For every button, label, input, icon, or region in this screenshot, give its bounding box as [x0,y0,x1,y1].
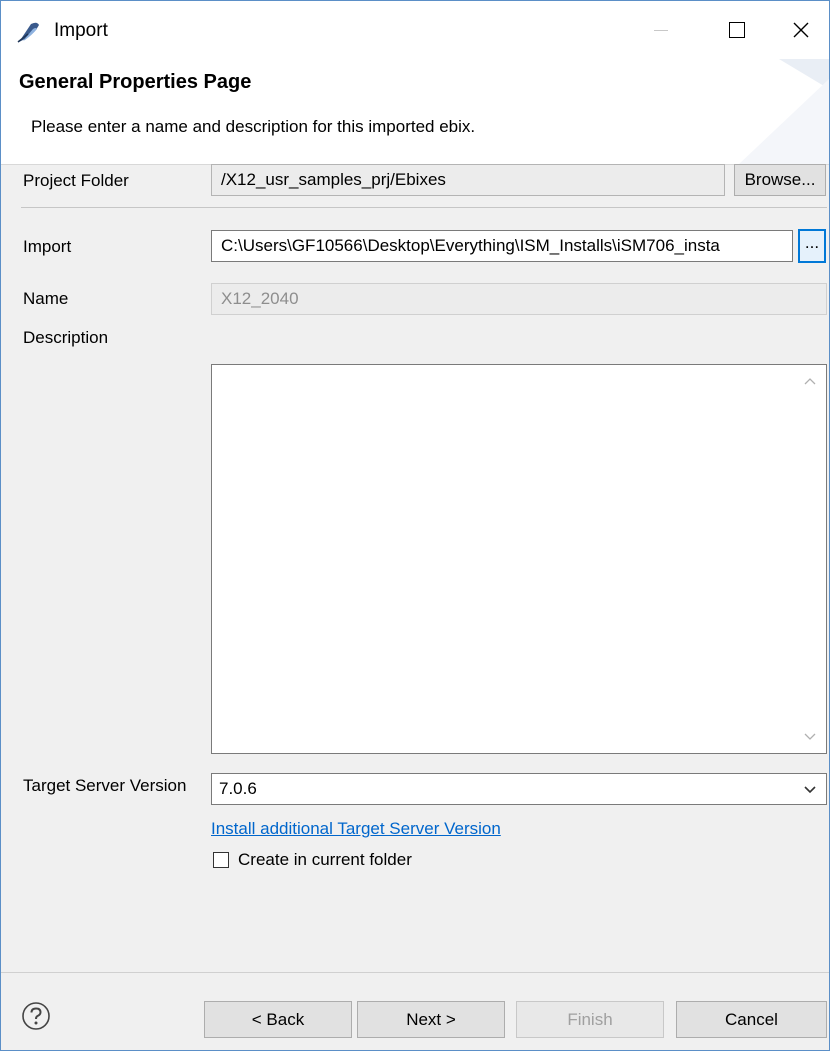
description-textarea[interactable] [211,364,827,754]
name-label: Name [23,289,69,308]
footer-separator [1,972,829,973]
create-in-folder-checkbox[interactable] [213,852,229,868]
close-button[interactable] [771,1,830,59]
target-server-select[interactable]: 7.0.6 [211,773,827,805]
close-icon [793,22,809,38]
import-browse-button[interactable]: ... [798,229,826,263]
import-dialog: Import General Properties Page Please en… [0,0,830,1051]
window-title: Import [54,20,108,41]
name-field: X12_2040 [211,283,827,315]
header-decoration [739,59,829,164]
project-folder-field[interactable]: /X12_usr_samples_prj/Ebixes [211,164,725,196]
minimize-button[interactable] [631,1,691,59]
chevron-down-icon [804,786,816,794]
create-in-folder-label[interactable]: Create in current folder [238,850,412,870]
cancel-button[interactable]: Cancel [676,1001,827,1038]
help-icon[interactable] [21,1001,51,1031]
target-server-value: 7.0.6 [219,779,257,798]
maximize-button[interactable] [707,1,767,59]
install-target-server-link[interactable]: Install additional Target Server Version [211,819,501,839]
description-label: Description [23,328,109,347]
finish-button: Finish [516,1001,664,1038]
import-path-input[interactable]: C:\Users\GF10566\Desktop\Everything\ISM_… [211,230,793,262]
back-button[interactable]: < Back [204,1001,352,1038]
browse-button[interactable]: Browse... [734,164,826,196]
scroll-up-icon[interactable] [804,377,816,385]
maximize-icon [729,22,745,38]
page-description: Please enter a name and description for … [31,117,476,136]
page-header: General Properties Page Please enter a n… [1,59,829,165]
minimize-icon [654,29,668,31]
project-folder-label: Project Folder [23,171,129,190]
separator [21,207,827,208]
target-server-label: Target Server Version [23,776,187,795]
next-button[interactable]: Next > [357,1001,505,1038]
import-label: Import [23,237,72,256]
scroll-down-icon[interactable] [804,733,816,741]
title-bar: Import [1,1,829,59]
page-title: General Properties Page [19,71,252,93]
app-feather-icon [17,22,39,43]
